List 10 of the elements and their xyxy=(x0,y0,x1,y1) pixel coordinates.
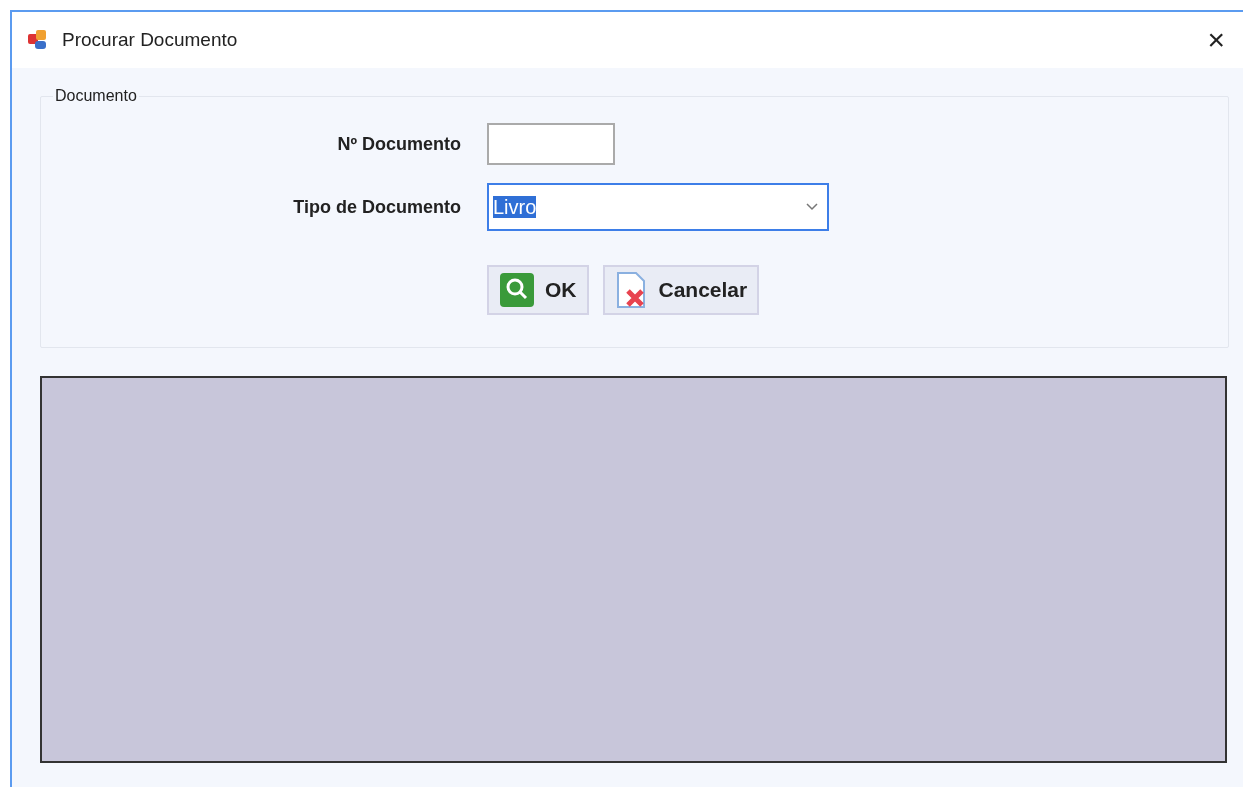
chevron-down-icon xyxy=(805,202,819,212)
search-icon xyxy=(499,272,535,308)
field-label: Tipo de Documento xyxy=(292,196,461,218)
window-title: Procurar Documento xyxy=(62,29,239,51)
close-button[interactable]: × xyxy=(1203,25,1229,55)
document-type-dropdown[interactable]: Livro xyxy=(487,183,829,231)
field-label: Nº Documento xyxy=(336,133,461,155)
ok-button[interactable]: OK xyxy=(487,265,589,315)
cancel-button[interactable]: Cancelar xyxy=(602,265,760,315)
document-number-field[interactable] xyxy=(487,123,615,165)
